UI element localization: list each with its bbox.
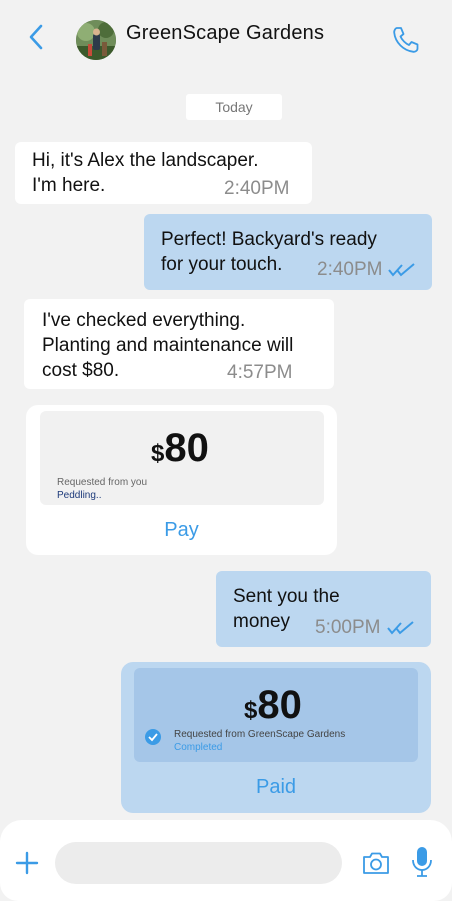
camera-icon [363, 852, 389, 874]
read-receipt-icon [387, 621, 414, 635]
request-source: Requested from GreenScape Gardens [174, 729, 346, 740]
payment-request-details: $80 Requested from you Peddling.. [40, 411, 324, 505]
chat-header: GreenScape Gardens [0, 0, 452, 78]
call-button[interactable] [390, 24, 422, 56]
currency-symbol: $ [244, 697, 258, 724]
message-line: Planting and maintenance will [42, 335, 294, 356]
payment-status: Completed [174, 742, 223, 753]
message-time: 2:40PM [317, 259, 383, 280]
amount-value: 80 [257, 683, 302, 727]
message-bubble-incoming[interactable]: Hi, it's Alex the landscaper. I'm here. … [15, 142, 312, 204]
message-line: Perfect! Backyard's ready [161, 229, 377, 250]
paid-label: Paid [255, 776, 297, 798]
read-receipt-icon [388, 263, 415, 277]
message-line: Sent you the [233, 586, 340, 607]
microphone-button[interactable] [411, 846, 433, 878]
message-bubble-outgoing[interactable]: Sent you the money 5:00PM [216, 571, 431, 647]
camera-button[interactable] [361, 850, 391, 876]
attach-button[interactable] [14, 850, 40, 876]
payment-amount: $80 [151, 426, 209, 471]
contact-name: GreenScape Gardens [126, 22, 325, 44]
pay-button[interactable]: Pay [26, 519, 337, 542]
chat-screen: GreenScape Gardens Today Hi, it's Alex t… [0, 0, 452, 901]
payment-request-card: $80 Requested from you Peddling.. Pay [26, 405, 337, 555]
payment-amount: $80 [244, 683, 302, 728]
message-composer [0, 820, 452, 901]
message-bubble-incoming[interactable]: I've checked everything. Planting and ma… [24, 299, 334, 389]
message-line: Hi, it's Alex the landscaper. [32, 150, 259, 171]
payment-sent-details: $80 Requested from GreenScape Gardens Co… [134, 668, 418, 762]
chevron-left-icon [29, 24, 43, 50]
microphone-icon [412, 847, 432, 877]
amount-value: 80 [164, 426, 209, 470]
check-circle-icon [145, 729, 161, 745]
payment-sent-card: $80 Requested from GreenScape Gardens Co… [121, 662, 431, 813]
phone-icon [393, 27, 419, 53]
currency-symbol: $ [151, 440, 165, 467]
plus-icon [15, 851, 39, 875]
message-line: I've checked everything. [42, 310, 246, 331]
message-time: 5:00PM [315, 617, 381, 638]
message-time: 2:40PM [224, 178, 290, 199]
message-bubble-outgoing[interactable]: Perfect! Backyard's ready for your touch… [144, 214, 432, 290]
message-input[interactable] [55, 842, 342, 884]
avatar-photo [76, 20, 116, 60]
request-source: Requested from you [57, 477, 148, 488]
back-button[interactable] [22, 22, 50, 52]
date-divider: Today [186, 94, 282, 120]
avatar[interactable] [76, 20, 116, 60]
payment-status: Peddling.. [57, 490, 102, 501]
message-time: 4:57PM [227, 362, 293, 383]
